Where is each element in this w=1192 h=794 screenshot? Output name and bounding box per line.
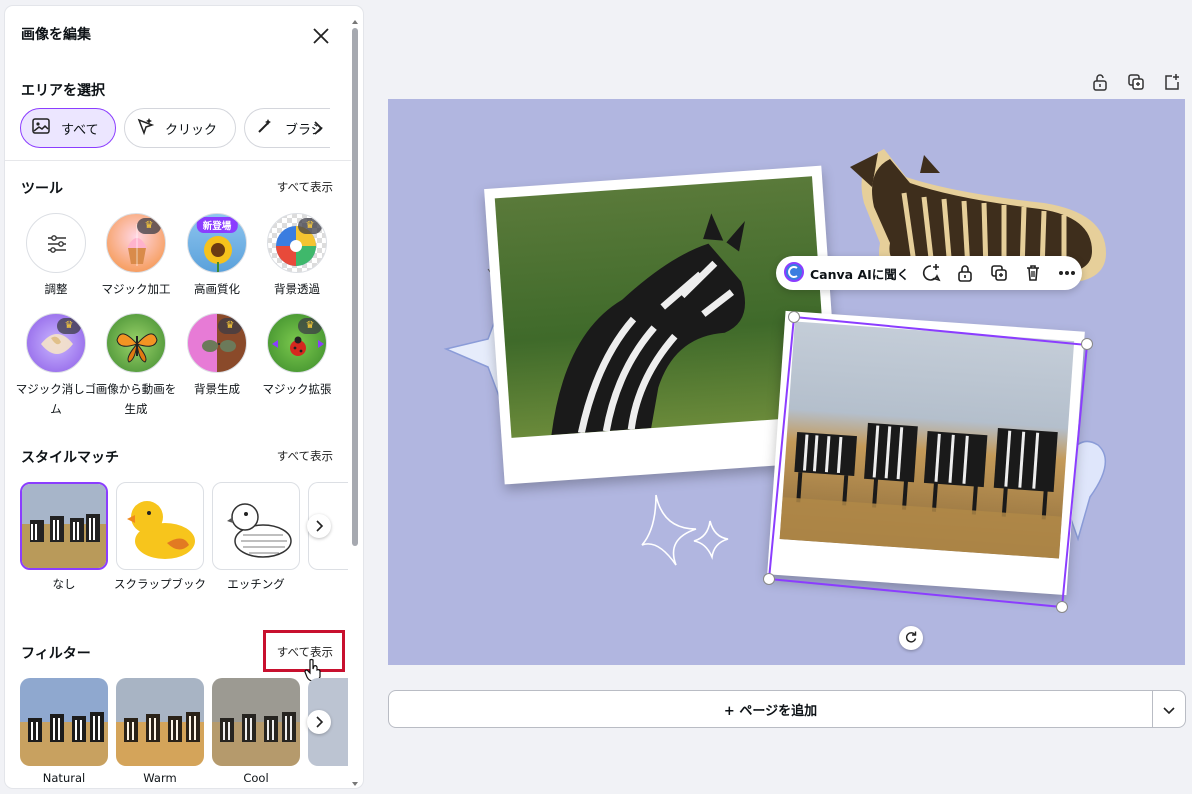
rotate-button[interactable]	[899, 626, 923, 650]
cupcake-thumbnail: ♛	[106, 213, 166, 273]
magic-click-icon	[135, 116, 155, 140]
filters-title: フィルター	[21, 646, 91, 662]
style-match-title: スタイルマッチ	[21, 450, 119, 466]
tools-title: ツール	[21, 181, 63, 197]
photo-frame-zebra-herd[interactable]	[767, 310, 1085, 596]
tool-image-to-video[interactable]: 画像から動画を生成	[95, 313, 177, 419]
zebra-herd-image	[779, 321, 1075, 559]
tool-bg-remover-label: 背景透過	[274, 282, 320, 296]
butterfly-thumbnail	[106, 313, 166, 373]
area-all-button[interactable]: すべて	[20, 108, 116, 148]
chevron-down-icon	[1163, 700, 1175, 719]
style-etching-label: エッチング	[227, 577, 285, 591]
duplicate-icon[interactable]	[987, 261, 1011, 285]
scroll-thumb[interactable]	[352, 28, 358, 546]
tool-bg-remover[interactable]: ♛ 背景透過	[256, 213, 338, 299]
canva-ai-label: Canva AIに聞く	[810, 266, 910, 282]
comment-add-icon[interactable]	[919, 261, 943, 285]
add-page-label: + ページを追加	[723, 703, 818, 719]
tool-magic-edit-label: マジック加工	[101, 282, 171, 296]
style-none-label: なし	[52, 577, 76, 591]
tool-magic-expand-label: マジック拡張	[262, 382, 332, 396]
tools-show-all-link[interactable]: すべて表示	[277, 179, 333, 195]
area-section-title: エリアを選択	[21, 83, 105, 99]
area-click-button[interactable]: クリック	[124, 108, 236, 148]
scroll-down-icon[interactable]	[351, 780, 359, 788]
close-icon[interactable]	[309, 24, 333, 48]
tool-upscale[interactable]: 新登場 高画質化	[176, 213, 258, 299]
tool-upscale-label: 高画質化	[194, 282, 240, 296]
filter-cool-label: Cool	[243, 771, 269, 785]
image-icon	[31, 116, 51, 140]
eraser-thumbnail: ♛	[26, 313, 86, 373]
style-etching-card[interactable]	[212, 482, 300, 570]
sunglasses-thumbnail: ♛	[187, 313, 247, 373]
tool-image-to-video-label: 画像から動画を生成	[95, 382, 177, 416]
area-all-label: すべて	[61, 122, 99, 138]
filter-natural-card[interactable]	[20, 678, 108, 766]
filter-cool-card[interactable]	[212, 678, 300, 766]
resize-handle-top-right[interactable]	[1081, 338, 1093, 350]
premium-crown-icon: ♛	[218, 318, 242, 334]
style-scroll-right-button[interactable]	[307, 514, 331, 538]
area-click-label: クリック	[165, 122, 218, 138]
resize-handle-bottom-left[interactable]	[763, 573, 775, 585]
tool-bg-generator-label: 背景生成	[194, 382, 240, 396]
lock-icon[interactable]	[953, 261, 977, 285]
tool-bg-generator[interactable]: ♛ 背景生成	[176, 313, 258, 399]
premium-crown-icon: ♛	[298, 318, 322, 334]
panel-title: 画像を編集	[21, 27, 91, 43]
tool-magic-eraser[interactable]: ♛ マジック消しゴム	[15, 313, 97, 419]
divider	[5, 160, 351, 161]
canva-ai-icon	[784, 261, 804, 285]
design-canvas[interactable]	[388, 99, 1185, 665]
trash-icon[interactable]	[1021, 261, 1045, 285]
ladybug-thumbnail: ♛	[267, 313, 327, 373]
add-page-button[interactable]: + ページを追加	[388, 690, 1153, 728]
canva-ai-button[interactable]: Canva AIに聞く	[784, 261, 910, 285]
premium-crown-icon: ♛	[137, 218, 161, 234]
add-page-dropdown-button[interactable]	[1152, 690, 1186, 728]
chevron-right-icon	[314, 517, 324, 536]
element-context-toolbar: Canva AIに聞く	[776, 256, 1082, 290]
new-badge: 新登場	[196, 217, 238, 233]
style-none-card[interactable]	[20, 482, 108, 570]
chevron-right-icon	[314, 713, 324, 732]
resize-handle-top-left[interactable]	[788, 311, 800, 323]
sunflower-thumbnail: 新登場	[187, 213, 247, 273]
premium-crown-icon: ♛	[298, 218, 322, 234]
filter-scroll-right-button[interactable]	[307, 710, 331, 734]
tool-adjust-label: 調整	[44, 282, 68, 296]
sliders-icon	[26, 213, 86, 273]
premium-crown-icon: ♛	[57, 318, 81, 334]
scroll-up-icon[interactable]	[351, 18, 359, 26]
magic-brush-icon	[255, 116, 275, 140]
resize-handle-bottom-right[interactable]	[1056, 601, 1068, 613]
filter-warm-card[interactable]	[116, 678, 204, 766]
sparkle-sticker	[641, 494, 729, 566]
tool-magic-expand[interactable]: ♛ マジック拡張	[256, 313, 338, 399]
filter-natural-label: Natural	[42, 771, 86, 785]
tool-magic-eraser-label: マジック消しゴム	[15, 382, 97, 416]
style-match-show-all-link[interactable]: すべて表示	[277, 448, 333, 464]
tool-adjust[interactable]: 調整	[15, 213, 97, 299]
panel-scrollbar[interactable]	[351, 18, 359, 788]
style-scrapbook-card[interactable]	[116, 482, 204, 570]
area-scroll-right-icon[interactable]	[311, 120, 325, 140]
page-actions	[1088, 70, 1184, 94]
rotate-icon	[904, 629, 918, 648]
lock-icon[interactable]	[1088, 70, 1112, 94]
duplicate-page-icon[interactable]	[1124, 70, 1148, 94]
style-scrapbook-label: スクラップブック	[114, 577, 206, 591]
more-icon[interactable]	[1055, 261, 1079, 285]
tool-magic-edit[interactable]: ♛ マジック加工	[95, 213, 177, 299]
filter-warm-label: Warm	[143, 771, 177, 785]
beach-ball-thumbnail: ♛	[267, 213, 327, 273]
edit-image-panel: 画像を編集 エリアを選択 すべて クリック ブラシ ツール すべて表示 調整 ♛…	[5, 6, 363, 788]
add-page-icon[interactable]	[1160, 70, 1184, 94]
